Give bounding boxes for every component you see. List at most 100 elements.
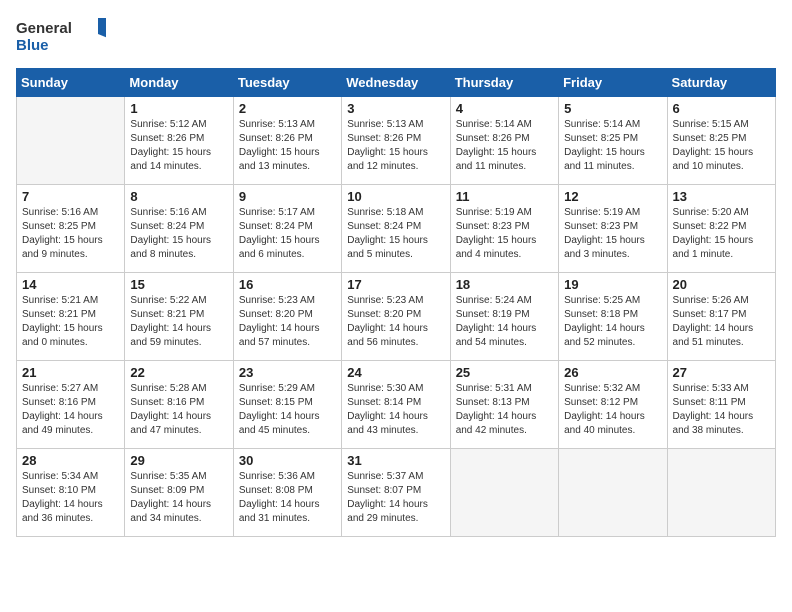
calendar-cell: 3 Sunrise: 5:13 AMSunset: 8:26 PMDaylight… <box>342 97 450 185</box>
calendar-cell: 16 Sunrise: 5:23 AMSunset: 8:20 PMDayligh… <box>233 273 341 361</box>
calendar-cell: 6 Sunrise: 5:15 AMSunset: 8:25 PMDaylight… <box>667 97 775 185</box>
day-number: 2 <box>239 101 336 116</box>
calendar-day-header: Friday <box>559 69 667 97</box>
day-info: Sunrise: 5:15 AMSunset: 8:25 PMDaylight:… <box>673 118 770 174</box>
calendar-week-row: 28 Sunrise: 5:34 AMSunset: 8:10 PMDayligh… <box>17 449 776 537</box>
day-number: 23 <box>239 365 336 380</box>
calendar-cell <box>17 97 125 185</box>
logo: General Blue <box>16 16 106 56</box>
day-number: 22 <box>130 365 227 380</box>
day-number: 18 <box>456 277 553 292</box>
day-info: Sunrise: 5:24 AMSunset: 8:19 PMDaylight:… <box>456 294 553 350</box>
day-info: Sunrise: 5:37 AMSunset: 8:07 PMDaylight:… <box>347 470 444 526</box>
calendar-cell <box>667 449 775 537</box>
day-number: 31 <box>347 453 444 468</box>
day-number: 12 <box>564 189 661 204</box>
calendar-cell: 8 Sunrise: 5:16 AMSunset: 8:24 PMDaylight… <box>125 185 233 273</box>
calendar-day-header: Sunday <box>17 69 125 97</box>
calendar-header-row: SundayMondayTuesdayWednesdayThursdayFrid… <box>17 69 776 97</box>
day-number: 3 <box>347 101 444 116</box>
svg-text:Blue: Blue <box>16 37 49 54</box>
day-info: Sunrise: 5:16 AMSunset: 8:25 PMDaylight:… <box>22 206 119 262</box>
day-number: 5 <box>564 101 661 116</box>
calendar-day-header: Saturday <box>667 69 775 97</box>
day-number: 26 <box>564 365 661 380</box>
day-number: 15 <box>130 277 227 292</box>
calendar-cell: 27 Sunrise: 5:33 AMSunset: 8:11 PMDayligh… <box>667 361 775 449</box>
calendar-cell: 10 Sunrise: 5:18 AMSunset: 8:24 PMDayligh… <box>342 185 450 273</box>
day-info: Sunrise: 5:26 AMSunset: 8:17 PMDaylight:… <box>673 294 770 350</box>
day-number: 7 <box>22 189 119 204</box>
day-info: Sunrise: 5:19 AMSunset: 8:23 PMDaylight:… <box>564 206 661 262</box>
day-number: 20 <box>673 277 770 292</box>
calendar-cell: 1 Sunrise: 5:12 AMSunset: 8:26 PMDaylight… <box>125 97 233 185</box>
day-info: Sunrise: 5:23 AMSunset: 8:20 PMDaylight:… <box>347 294 444 350</box>
day-number: 27 <box>673 365 770 380</box>
day-number: 14 <box>22 277 119 292</box>
svg-text:General: General <box>16 20 72 37</box>
calendar-cell: 22Sunrise: 5:28 AMSunset: 8:16 PMDayligh… <box>125 361 233 449</box>
day-number: 21 <box>22 365 119 380</box>
day-info: Sunrise: 5:23 AMSunset: 8:20 PMDaylight:… <box>239 294 336 350</box>
calendar-cell: 20 Sunrise: 5:26 AMSunset: 8:17 PMDayligh… <box>667 273 775 361</box>
day-info: Sunrise: 5:18 AMSunset: 8:24 PMDaylight:… <box>347 206 444 262</box>
day-info: Sunrise: 5:32 AMSunset: 8:12 PMDaylight:… <box>564 382 661 438</box>
day-info: Sunrise: 5:13 AMSunset: 8:26 PMDaylight:… <box>239 118 336 174</box>
calendar-cell: 29Sunrise: 5:35 AMSunset: 8:09 PMDayligh… <box>125 449 233 537</box>
day-number: 9 <box>239 189 336 204</box>
day-info: Sunrise: 5:34 AMSunset: 8:10 PMDaylight:… <box>22 470 119 526</box>
calendar-week-row: 1 Sunrise: 5:12 AMSunset: 8:26 PMDaylight… <box>17 97 776 185</box>
day-number: 6 <box>673 101 770 116</box>
day-number: 28 <box>22 453 119 468</box>
calendar-cell: 30Sunrise: 5:36 AMSunset: 8:08 PMDayligh… <box>233 449 341 537</box>
day-number: 1 <box>130 101 227 116</box>
calendar-week-row: 14 Sunrise: 5:21 AMSunset: 8:21 PMDayligh… <box>17 273 776 361</box>
day-number: 11 <box>456 189 553 204</box>
calendar-day-header: Wednesday <box>342 69 450 97</box>
day-number: 4 <box>456 101 553 116</box>
day-info: Sunrise: 5:27 AMSunset: 8:16 PMDaylight:… <box>22 382 119 438</box>
day-info: Sunrise: 5:16 AMSunset: 8:24 PMDaylight:… <box>130 206 227 262</box>
day-info: Sunrise: 5:30 AMSunset: 8:14 PMDaylight:… <box>347 382 444 438</box>
calendar-cell: 18 Sunrise: 5:24 AMSunset: 8:19 PMDayligh… <box>450 273 558 361</box>
calendar-cell: 2 Sunrise: 5:13 AMSunset: 8:26 PMDaylight… <box>233 97 341 185</box>
calendar-cell: 24 Sunrise: 5:30 AMSunset: 8:14 PMDayligh… <box>342 361 450 449</box>
day-info: Sunrise: 5:22 AMSunset: 8:21 PMDaylight:… <box>130 294 227 350</box>
calendar-cell <box>450 449 558 537</box>
day-number: 29 <box>130 453 227 468</box>
day-info: Sunrise: 5:12 AMSunset: 8:26 PMDaylight:… <box>130 118 227 174</box>
calendar-cell <box>559 449 667 537</box>
calendar-week-row: 7 Sunrise: 5:16 AMSunset: 8:25 PMDaylight… <box>17 185 776 273</box>
day-info: Sunrise: 5:13 AMSunset: 8:26 PMDaylight:… <box>347 118 444 174</box>
day-number: 30 <box>239 453 336 468</box>
calendar-cell: 12 Sunrise: 5:19 AMSunset: 8:23 PMDayligh… <box>559 185 667 273</box>
day-info: Sunrise: 5:31 AMSunset: 8:13 PMDaylight:… <box>456 382 553 438</box>
page-header: General Blue <box>16 16 776 56</box>
calendar-cell: 11Sunrise: 5:19 AMSunset: 8:23 PMDayligh… <box>450 185 558 273</box>
calendar-cell: 17 Sunrise: 5:23 AMSunset: 8:20 PMDayligh… <box>342 273 450 361</box>
day-number: 17 <box>347 277 444 292</box>
day-info: Sunrise: 5:33 AMSunset: 8:11 PMDaylight:… <box>673 382 770 438</box>
calendar-cell: 21 Sunrise: 5:27 AMSunset: 8:16 PMDayligh… <box>17 361 125 449</box>
calendar-cell: 4 Sunrise: 5:14 AMSunset: 8:26 PMDaylight… <box>450 97 558 185</box>
day-info: Sunrise: 5:29 AMSunset: 8:15 PMDaylight:… <box>239 382 336 438</box>
day-info: Sunrise: 5:17 AMSunset: 8:24 PMDaylight:… <box>239 206 336 262</box>
day-number: 10 <box>347 189 444 204</box>
calendar-cell: 26 Sunrise: 5:32 AMSunset: 8:12 PMDayligh… <box>559 361 667 449</box>
day-number: 8 <box>130 189 227 204</box>
calendar-cell: 13Sunrise: 5:20 AMSunset: 8:22 PMDayligh… <box>667 185 775 273</box>
day-number: 16 <box>239 277 336 292</box>
day-number: 24 <box>347 365 444 380</box>
calendar-cell: 14 Sunrise: 5:21 AMSunset: 8:21 PMDayligh… <box>17 273 125 361</box>
day-info: Sunrise: 5:21 AMSunset: 8:21 PMDaylight:… <box>22 294 119 350</box>
calendar-cell: 25 Sunrise: 5:31 AMSunset: 8:13 PMDayligh… <box>450 361 558 449</box>
calendar-cell: 15 Sunrise: 5:22 AMSunset: 8:21 PMDayligh… <box>125 273 233 361</box>
day-info: Sunrise: 5:14 AMSunset: 8:25 PMDaylight:… <box>564 118 661 174</box>
calendar-cell: 19Sunrise: 5:25 AMSunset: 8:18 PMDayligh… <box>559 273 667 361</box>
calendar-cell: 7 Sunrise: 5:16 AMSunset: 8:25 PMDaylight… <box>17 185 125 273</box>
day-number: 13 <box>673 189 770 204</box>
day-number: 25 <box>456 365 553 380</box>
calendar-cell: 9 Sunrise: 5:17 AMSunset: 8:24 PMDaylight… <box>233 185 341 273</box>
day-info: Sunrise: 5:14 AMSunset: 8:26 PMDaylight:… <box>456 118 553 174</box>
logo-svg: General Blue <box>16 16 106 56</box>
